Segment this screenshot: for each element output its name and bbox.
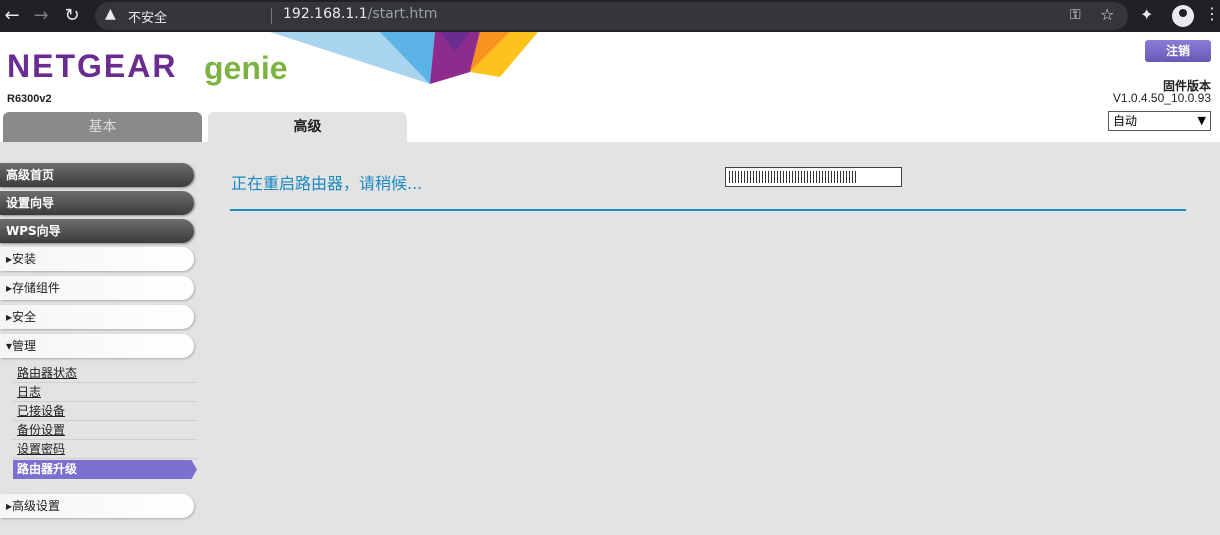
restart-message: 正在重启路由器，请稍候... xyxy=(231,174,423,193)
genie-logo: genie xyxy=(204,50,288,86)
sidebar-item-setup-wizard[interactable]: 设置向导 xyxy=(0,191,194,215)
router-header: NETGEAR genie R6300v2 注销 固件版本 V1.0.4.50_… xyxy=(0,32,1220,142)
netgear-logo: NETGEAR xyxy=(7,48,178,84)
tab-advanced[interactable]: 高级 xyxy=(208,112,407,142)
bookmark-star-icon[interactable]: ☆ xyxy=(1100,5,1114,24)
back-arrow-icon[interactable]: ← xyxy=(0,4,24,28)
address-separator xyxy=(271,8,272,24)
model-label: R6300v2 xyxy=(7,93,52,105)
tab-basic[interactable]: 基本 xyxy=(3,112,202,142)
language-select[interactable]: 自动 ▼ xyxy=(1108,111,1211,131)
sidebar-subitem-logs[interactable]: 日志 xyxy=(13,383,197,402)
warning-icon[interactable]: ▲ xyxy=(105,6,116,22)
sidebar-item-advanced-setup[interactable]: ▸高级设置 xyxy=(0,494,194,518)
sidebar-item-admin[interactable]: ▾管理 xyxy=(0,334,194,358)
sidebar-item-storage[interactable]: ▸存储组件 xyxy=(0,276,194,300)
address-bar[interactable]: ▲ 不安全 192.168.1.1/start.htm ⚿ ☆ xyxy=(95,2,1128,30)
sidebar-item-setup[interactable]: ▸安装 xyxy=(0,247,194,271)
profile-avatar-icon[interactable] xyxy=(1172,5,1194,27)
firmware-version: V1.0.4.50_10.0.93 xyxy=(1112,91,1211,105)
sidebar-subitem-set-password[interactable]: 设置密码 xyxy=(13,440,197,459)
sidebar-subitem-router-update[interactable]: 路由器升级 xyxy=(13,460,197,479)
sidebar-item-advanced-home[interactable]: 高级首页 xyxy=(0,163,194,187)
sidebar-item-security[interactable]: ▸安全 xyxy=(0,305,194,329)
insecure-label[interactable]: 不安全 xyxy=(128,7,167,26)
content-divider xyxy=(230,209,1186,211)
browser-menu-icon[interactable]: ⋮ xyxy=(1204,4,1220,23)
brand-decoration xyxy=(270,32,538,84)
language-selected-value: 自动 xyxy=(1113,114,1138,128)
sidebar-subitem-attached-devices[interactable]: 已接设备 xyxy=(13,402,197,421)
progress-fill xyxy=(729,171,856,183)
key-icon[interactable]: ⚿ xyxy=(1070,7,1081,23)
sidebar-subitem-router-status[interactable]: 路由器状态 xyxy=(13,364,197,383)
reload-icon[interactable]: ↻ xyxy=(60,4,84,28)
restart-progress-bar xyxy=(725,167,902,187)
sidebar-subitem-backup-settings[interactable]: 备份设置 xyxy=(13,421,197,440)
url-text[interactable]: 192.168.1.1/start.htm xyxy=(283,6,437,22)
url-path: /start.htm xyxy=(367,6,438,22)
logout-button[interactable]: 注销 xyxy=(1145,40,1211,62)
browser-toolbar: ← → ↻ ▲ 不安全 192.168.1.1/start.htm ⚿ ☆ ✦ … xyxy=(0,0,1220,32)
extensions-puzzle-icon[interactable]: ✦ xyxy=(1140,5,1153,24)
sidebar-item-wps-wizard[interactable]: WPS向导 xyxy=(0,219,194,243)
chevron-down-icon: ▼ xyxy=(1197,114,1206,127)
url-host: 192.168.1.1 xyxy=(283,6,368,22)
forward-arrow-icon[interactable]: → xyxy=(29,4,53,28)
